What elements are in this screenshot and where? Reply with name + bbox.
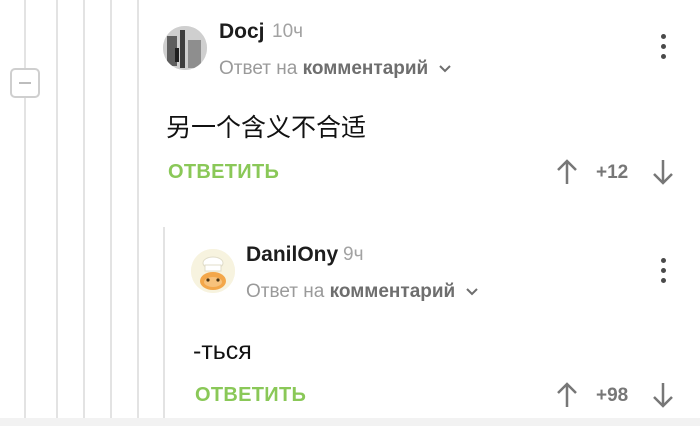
comment-rating: +98 — [596, 385, 629, 406]
reply-button[interactable]: ОТВЕТИТЬ — [168, 161, 279, 184]
more-options-icon[interactable] — [656, 33, 670, 61]
comment-body: 另一个含义不合适 — [166, 114, 367, 142]
comment-time: 10ч — [272, 21, 304, 42]
reply-to-target[interactable]: комментарий — [330, 281, 456, 302]
arrow-up-icon[interactable] — [556, 381, 578, 409]
reply-to-link[interactable]: Ответ на комментарий — [246, 281, 479, 303]
avatar[interactable] — [191, 249, 235, 293]
comment-time: 9ч — [343, 244, 364, 265]
reply-to-link[interactable]: Ответ на комментарий — [219, 58, 452, 80]
comment-author[interactable]: DanilOny — [246, 243, 338, 267]
more-options-icon[interactable] — [656, 257, 670, 285]
reply-button[interactable]: ОТВЕТИТЬ — [195, 384, 306, 407]
chevron-down-icon[interactable] — [438, 64, 452, 74]
comment-rating: +12 — [596, 162, 629, 183]
chevron-down-icon[interactable] — [465, 287, 479, 297]
avatar[interactable] — [163, 26, 207, 70]
arrow-up-icon[interactable] — [556, 158, 578, 186]
page-bottom-divider — [0, 418, 700, 426]
arrow-down-icon[interactable] — [652, 158, 674, 186]
comment-body: -ться — [193, 337, 252, 365]
reply-to-prefix: Ответ на — [246, 281, 325, 302]
comment: DanilOny 9ч Ответ на комментарий -ться О… — [0, 227, 700, 422]
avatar-photo-icon — [163, 26, 207, 70]
comment: Docj 10ч Ответ на комментарий 另一个含义不合适 О… — [0, 0, 700, 200]
avatar-chef-icon — [191, 249, 235, 293]
comment-author[interactable]: Docj — [219, 20, 265, 44]
arrow-down-icon[interactable] — [652, 381, 674, 409]
reply-to-target[interactable]: комментарий — [303, 58, 429, 79]
reply-to-prefix: Ответ на — [219, 58, 298, 79]
